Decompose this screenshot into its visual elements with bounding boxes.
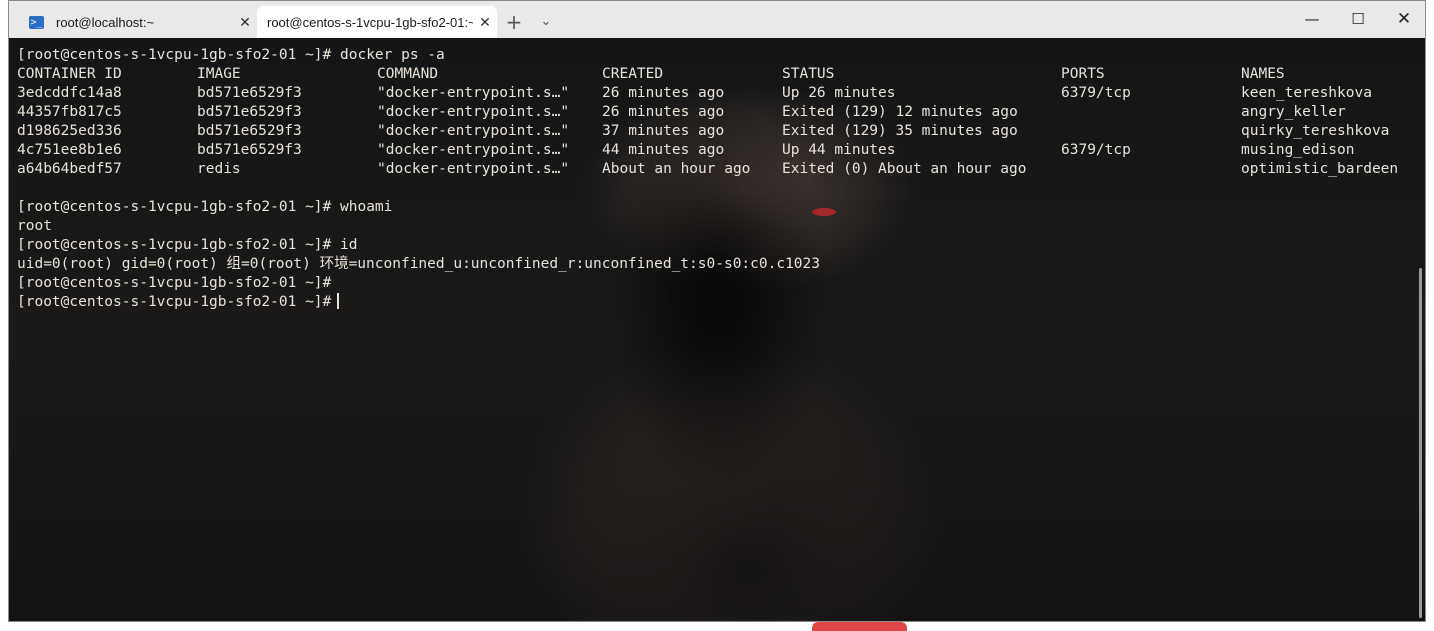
- terminal-line-output: uid=0(root) gid=0(root) 组=0(root) 环境=unc…: [17, 256, 820, 272]
- command: "docker-entrypoint.s…": [377, 161, 570, 177]
- created: 44 minutes ago: [602, 142, 725, 158]
- created: 26 minutes ago: [602, 85, 725, 101]
- prompt-text: [root@centos-s-1vcpu-1gb-sfo2-01 ~]#: [17, 294, 332, 310]
- terminal-pane[interactable]: [root@centos-s-1vcpu-1gb-sfo2-01 ~]# doc…: [9, 38, 1425, 621]
- ports: 6379/tcp: [1061, 142, 1131, 158]
- chevron-down-icon[interactable]: ⌄: [533, 9, 559, 35]
- header-image: IMAGE: [197, 66, 241, 82]
- table-row: 44357fb817c5 bd571e6529f3 "docker-entryp…: [17, 103, 1417, 122]
- names: quirky_tereshkova: [1241, 123, 1390, 139]
- status: Exited (129) 35 minutes ago: [782, 123, 1018, 139]
- container-id: 4c751ee8b1e6: [17, 142, 122, 158]
- names: keen_tereshkova: [1241, 85, 1372, 101]
- powershell-icon: >_: [29, 15, 44, 29]
- container-id: d198625ed336: [17, 123, 122, 139]
- image: redis: [197, 161, 241, 177]
- names: angry_keller: [1241, 104, 1346, 120]
- table-row: 4c751ee8b1e6 bd571e6529f3 "docker-entryp…: [17, 141, 1417, 160]
- container-id: 3edcddfc14a8: [17, 85, 122, 101]
- status: Up 44 minutes: [782, 142, 896, 158]
- background-image-figure: [509, 328, 989, 621]
- image: bd571e6529f3: [197, 85, 302, 101]
- table-row: a64b64bedf57 redis "docker-entrypoint.s……: [17, 160, 1417, 179]
- image: bd571e6529f3: [197, 123, 302, 139]
- header-ports: PORTS: [1061, 66, 1105, 82]
- minimize-button[interactable]: —: [1289, 1, 1335, 38]
- table-row: d198625ed336 bd571e6529f3 "docker-entryp…: [17, 122, 1417, 141]
- command: "docker-entrypoint.s…": [377, 85, 570, 101]
- command: "docker-entrypoint.s…": [377, 104, 570, 120]
- background-app-edge: [812, 622, 907, 631]
- command: "docker-entrypoint.s…": [377, 123, 570, 139]
- new-tab-button[interactable]: +: [501, 9, 527, 35]
- image: bd571e6529f3: [197, 104, 302, 120]
- tab-label: root@localhost:~: [56, 14, 155, 30]
- terminal-window: >_ root@localhost:~ ✕ root@centos-s-1vcp…: [8, 0, 1426, 622]
- background-image-detail: [812, 208, 836, 216]
- names: optimistic_bardeen: [1241, 161, 1399, 177]
- tab-centos[interactable]: root@centos-s-1vcpu-1gb-sfo2-01:~ ✕: [257, 6, 497, 38]
- terminal-line-command: [root@centos-s-1vcpu-1gb-sfo2-01 ~]# id: [17, 237, 358, 253]
- close-window-button[interactable]: ✕: [1381, 1, 1425, 38]
- close-icon[interactable]: ✕: [233, 14, 257, 31]
- tab-label: root@centos-s-1vcpu-1gb-sfo2-01:~: [267, 14, 473, 30]
- maximize-button[interactable]: ☐: [1335, 1, 1381, 38]
- tab-bar: >_ root@localhost:~ ✕ root@centos-s-1vcp…: [9, 1, 1425, 38]
- image: bd571e6529f3: [197, 142, 302, 158]
- docker-table-header: CONTAINER ID IMAGE COMMAND CREATED STATU…: [17, 65, 1417, 84]
- terminal-line-output: root: [17, 218, 52, 234]
- status: Exited (129) 12 minutes ago: [782, 104, 1018, 120]
- created: 26 minutes ago: [602, 104, 725, 120]
- ports: 6379/tcp: [1061, 85, 1131, 101]
- tab-localhost[interactable]: >_ root@localhost:~ ✕: [17, 6, 257, 38]
- status: Exited (0) About an hour ago: [782, 161, 1027, 177]
- text-cursor: [337, 293, 340, 309]
- names: musing_edison: [1241, 142, 1355, 158]
- close-icon[interactable]: ✕: [473, 14, 497, 31]
- created: 37 minutes ago: [602, 123, 725, 139]
- header-created: CREATED: [602, 66, 664, 82]
- created: About an hour ago: [602, 161, 751, 177]
- terminal-line-command: [root@centos-s-1vcpu-1gb-sfo2-01 ~]# who…: [17, 199, 393, 215]
- terminal-line-prompt-active[interactable]: [root@centos-s-1vcpu-1gb-sfo2-01 ~]#: [17, 293, 340, 312]
- header-command: COMMAND: [377, 66, 439, 82]
- command: "docker-entrypoint.s…": [377, 142, 570, 158]
- header-container-id: CONTAINER ID: [17, 66, 122, 82]
- table-row: 3edcddfc14a8 bd571e6529f3 "docker-entryp…: [17, 84, 1417, 103]
- status: Up 26 minutes: [782, 85, 896, 101]
- header-names: NAMES: [1241, 66, 1285, 82]
- scrollbar[interactable]: [1419, 268, 1422, 618]
- header-status: STATUS: [782, 66, 835, 82]
- terminal-line-prompt: [root@centos-s-1vcpu-1gb-sfo2-01 ~]#: [17, 275, 332, 291]
- container-id: 44357fb817c5: [17, 104, 122, 120]
- terminal-line-command: [root@centos-s-1vcpu-1gb-sfo2-01 ~]# doc…: [17, 47, 445, 63]
- container-id: a64b64bedf57: [17, 161, 122, 177]
